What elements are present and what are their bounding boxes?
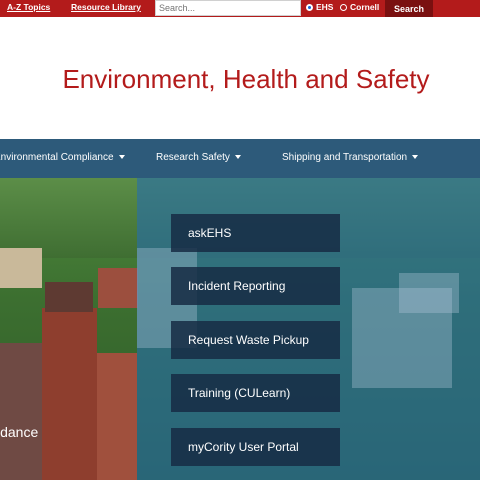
radio-ehs-indicator[interactable] [306, 3, 313, 11]
nav-shipping-transportation-label: Shipping and Transportation [282, 152, 408, 163]
nav-research-safety[interactable]: Research Safety [156, 152, 241, 163]
nav-shipping-transportation[interactable]: Shipping and Transportation [282, 152, 419, 163]
radio-cornell[interactable]: Cornell [340, 2, 379, 12]
nav-environmental-compliance[interactable]: Environmental Compliance [0, 152, 125, 163]
building-image [0, 248, 42, 288]
quick-link-mycority-portal[interactable]: myCority User Portal [171, 428, 340, 466]
page-title[interactable]: Environment, Health and Safety [0, 64, 480, 95]
hero-banner: idance askEHS Incident Reporting Request… [0, 178, 480, 480]
radio-ehs-label: EHS [316, 2, 334, 12]
tower-roof-image [45, 282, 93, 312]
quick-link-incident-reporting[interactable]: Incident Reporting [171, 267, 340, 305]
radio-ehs[interactable]: EHS [306, 2, 333, 12]
chevron-down-icon [234, 155, 241, 160]
radio-cornell-indicator[interactable] [340, 3, 347, 11]
resource-library-link[interactable]: Resource Library [71, 2, 141, 12]
building-image [0, 343, 42, 480]
building-image [399, 273, 459, 313]
search-input[interactable] [155, 0, 301, 16]
a-z-topics-link[interactable]: A-Z Topics [7, 2, 50, 12]
search-button[interactable]: Search [385, 0, 433, 17]
nav-research-safety-label: Research Safety [156, 152, 230, 163]
utility-bar: A-Z Topics Resource Library EHS Cornell … [0, 0, 480, 17]
clock-tower-image [42, 308, 97, 480]
chevron-down-icon [412, 155, 419, 160]
quick-link-askehs[interactable]: askEHS [171, 214, 340, 252]
radio-cornell-label: Cornell [350, 2, 380, 12]
main-nav: Environmental Compliance Research Safety… [0, 139, 480, 178]
quick-link-request-waste-pickup[interactable]: Request Waste Pickup [171, 321, 340, 359]
chevron-down-icon [118, 155, 125, 160]
building-image [98, 268, 138, 308]
hero-caption: idance [0, 424, 39, 440]
quick-link-training-culearn[interactable]: Training (CULearn) [171, 374, 340, 412]
nav-environmental-compliance-label: Environmental Compliance [0, 152, 114, 163]
building-image [97, 353, 137, 480]
